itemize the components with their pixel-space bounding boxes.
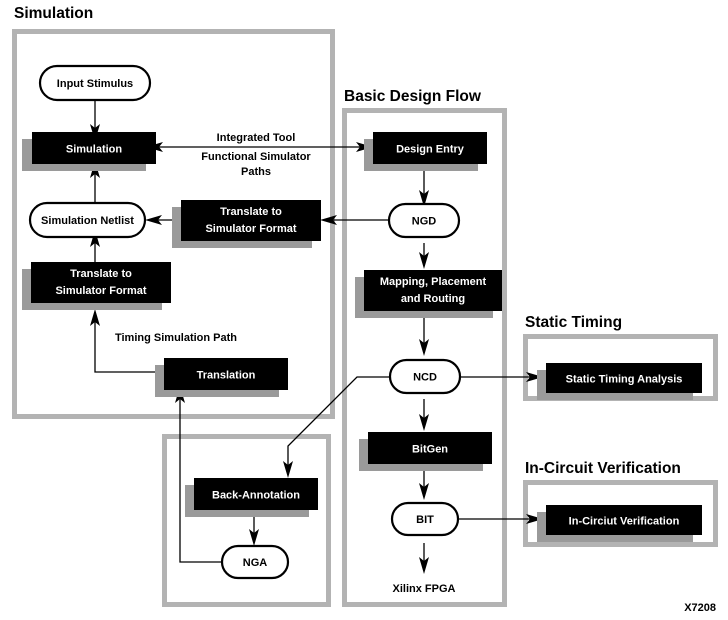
group-title-in-circuit-verification: In-Circuit Verification (525, 460, 681, 477)
node-back-annotation-label: Back-Annotation (212, 490, 300, 502)
group-frame-back-annotation (162, 434, 331, 607)
group-title-static-timing: Static Timing (525, 314, 622, 331)
node-mapping-line1: Mapping, Placement (380, 276, 487, 288)
connector-nga-to-translation (175, 386, 222, 563)
node-translate-simulator-format-right-line1: Translate to (220, 206, 282, 218)
edge-label-timing-simulation-path: Timing Simulation Path (115, 332, 237, 344)
connector-ncd-to-bitgen (419, 399, 429, 431)
group-title-basic-design-flow: Basic Design Flow (344, 88, 482, 105)
node-simulation-label: Simulation (66, 144, 123, 156)
node-mapping-placement-routing[interactable]: Mapping, Placement and Routing (355, 270, 502, 318)
node-simulation[interactable]: Simulation (22, 132, 156, 171)
edge-label-paths: Paths (241, 166, 271, 178)
node-input-stimulus[interactable]: Input Stimulus (38, 64, 152, 102)
node-design-entry[interactable]: Design Entry (364, 132, 487, 171)
connector-bit-to-in-circuit-verification (458, 514, 543, 524)
node-in-circuit-verification[interactable]: In-Circiut Verification (537, 505, 702, 542)
node-translation-label: Translation (197, 370, 256, 382)
node-translate-simulator-format-right-line2: Simulator Format (205, 223, 296, 235)
node-static-timing-analysis-label: Static Timing Analysis (566, 374, 683, 386)
node-nga[interactable]: NGA (220, 544, 290, 580)
node-translate-simulator-format-right[interactable]: Translate to Simulator Format (172, 200, 321, 248)
group-title-simulation: Simulation (14, 5, 93, 22)
node-nga-label: NGA (243, 557, 268, 569)
node-translate-simulator-format-left-line2: Simulator Format (55, 285, 146, 297)
node-bitgen[interactable]: BitGen (359, 432, 492, 471)
edge-label-functional-simulator: Functional Simulator (201, 151, 311, 163)
node-translate-simulator-format-left-line1: Translate to (70, 268, 132, 280)
edge-label-integrated-tool: Integrated Tool (217, 132, 296, 144)
node-mapping-line2: and Routing (401, 293, 465, 305)
node-ngd-label: NGD (412, 216, 437, 228)
connector-ngd-to-mapping (419, 243, 429, 269)
node-simulation-netlist[interactable]: Simulation Netlist (28, 201, 147, 239)
node-back-annotation[interactable]: Back-Annotation (185, 478, 318, 517)
figure-id-label: X7208 (684, 602, 716, 614)
node-ncd-label: NCD (413, 372, 437, 384)
node-bit[interactable]: BIT (390, 501, 460, 537)
node-design-entry-label: Design Entry (396, 144, 465, 156)
node-in-circuit-verification-label: In-Circiut Verification (569, 516, 680, 528)
node-ncd[interactable]: NCD (388, 358, 462, 395)
node-static-timing-analysis[interactable]: Static Timing Analysis (537, 363, 702, 400)
node-ngd[interactable]: NGD (387, 202, 461, 239)
node-bit-label: BIT (416, 514, 434, 526)
connector-ncd-to-static-timing-analysis (458, 372, 543, 382)
node-translation[interactable]: Translation (155, 358, 288, 397)
node-xilinx-fpga-label: Xilinx FPGA (393, 583, 456, 595)
node-translate-simulator-format-left[interactable]: Translate to Simulator Format (22, 262, 171, 310)
design-flow-figure: Simulation Basic Design Flow Static Timi… (0, 0, 728, 620)
node-bitgen-label: BitGen (412, 444, 448, 456)
node-input-stimulus-label: Input Stimulus (57, 78, 133, 90)
connector-bit-to-xilinx-fpga (419, 543, 429, 574)
node-simulation-netlist-label: Simulation Netlist (41, 215, 134, 227)
